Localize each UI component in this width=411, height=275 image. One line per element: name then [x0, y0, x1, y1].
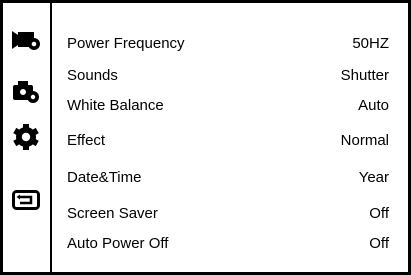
gear-icon[interactable] — [12, 123, 40, 151]
settings-list: Power Frequency 50HZ Sounds Shutter Whit… — [52, 3, 408, 272]
video-camera-icon[interactable] — [12, 29, 40, 51]
back-icon[interactable] — [12, 190, 40, 210]
setting-label: Date&Time — [67, 168, 142, 186]
setting-label: Auto Power Off — [67, 234, 169, 252]
setting-value: Auto — [358, 96, 389, 114]
photo-camera-settings-icon[interactable] — [12, 79, 40, 103]
setting-row-screen-saver[interactable]: Screen Saver Off — [52, 199, 408, 227]
setting-row-auto-power-off[interactable]: Auto Power Off Off — [52, 229, 408, 257]
setting-value: 50HZ — [352, 34, 389, 52]
setting-label: Power Frequency — [67, 34, 185, 52]
setting-row-effect[interactable]: Effect Normal — [52, 126, 408, 154]
setting-value: Off — [369, 234, 389, 252]
setting-value: Off — [369, 204, 389, 222]
setting-row-date-time[interactable]: Date&Time Year — [52, 163, 408, 191]
setting-label: White Balance — [67, 96, 164, 114]
setting-value: Year — [358, 168, 389, 186]
setting-label: Effect — [67, 131, 106, 149]
setting-row-power-frequency[interactable]: Power Frequency 50HZ — [52, 29, 408, 57]
setting-label: Screen Saver — [67, 204, 158, 222]
setting-label: Sounds — [67, 66, 118, 84]
setting-row-white-balance[interactable]: White Balance Auto — [52, 91, 408, 119]
settings-screen: Power Frequency 50HZ Sounds Shutter Whit… — [0, 0, 411, 275]
setting-value: Shutter — [340, 66, 389, 84]
setting-row-sounds[interactable]: Sounds Shutter — [52, 61, 408, 89]
setting-value: Normal — [340, 131, 389, 149]
sidebar — [3, 3, 52, 272]
